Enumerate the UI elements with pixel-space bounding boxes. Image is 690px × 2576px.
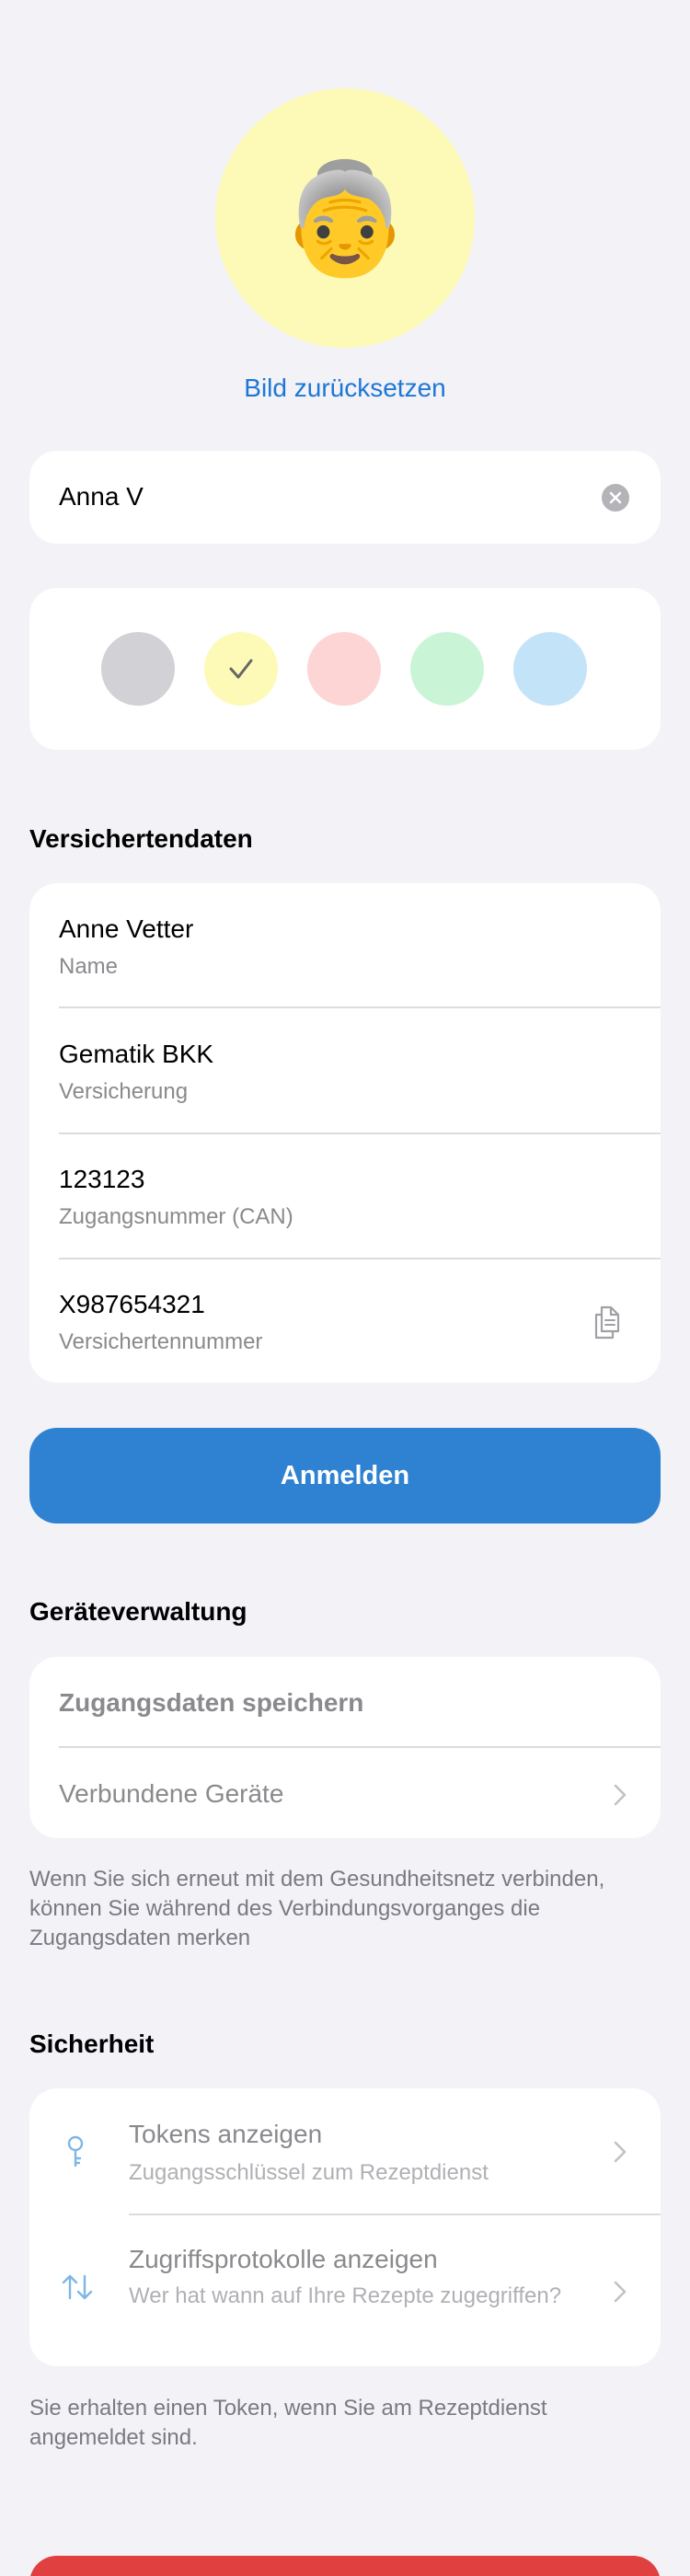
security-footnote: Sie erhalten einen Token, wenn Sie am Re… bbox=[29, 2396, 547, 2450]
security-section-title: Sicherheit bbox=[29, 2030, 155, 2058]
insurance-number-label: Versichertennummer bbox=[59, 1329, 263, 1354]
login-button[interactable]: Anmelden bbox=[29, 1428, 661, 1524]
can-label: Zugangsnummer (CAN) bbox=[59, 1204, 293, 1229]
avatar-emoji: 👵 bbox=[277, 155, 413, 282]
insurance-label: Versicherung bbox=[59, 1079, 189, 1104]
show-tokens-subtitle: Zugangsschlüssel zum Rezeptdienst bbox=[129, 2160, 489, 2185]
color-swatch-yellow[interactable] bbox=[204, 632, 278, 706]
devices-footnote: Wenn Sie sich erneut mit dem Gesundheits… bbox=[29, 1867, 605, 1950]
color-picker bbox=[29, 588, 661, 750]
insured-data-card: Anne Vetter Name Gematik BKK Versicherun… bbox=[29, 883, 661, 1383]
can-value: 123123 bbox=[59, 1165, 145, 1193]
key-icon bbox=[67, 2135, 84, 2168]
color-swatch-green[interactable] bbox=[410, 632, 484, 706]
insured-name-label: Name bbox=[59, 954, 119, 979]
color-swatch-pink[interactable] bbox=[307, 632, 381, 706]
name-field[interactable]: Anna V bbox=[29, 451, 661, 544]
name-field-value[interactable]: Anna V bbox=[59, 482, 144, 512]
arrows-up-down-icon bbox=[62, 2274, 93, 2300]
device-management-card: Zugangsdaten speichern Verbundene Geräte bbox=[29, 1657, 661, 1838]
access-logs-title: Zugriffsprotokolle anzeigen bbox=[129, 2245, 438, 2273]
divider bbox=[59, 1006, 661, 1008]
access-logs-subtitle: Wer hat wann auf Ihre Rezepte zugegriffe… bbox=[129, 2283, 562, 2308]
chevron-right-icon bbox=[614, 2141, 627, 2163]
color-swatch-blue[interactable] bbox=[513, 632, 587, 706]
reset-picture-link[interactable]: Bild zurücksetzen bbox=[0, 374, 690, 403]
connected-devices-item[interactable]: Verbundene Geräte bbox=[59, 1779, 283, 1809]
avatar: 👵 bbox=[215, 88, 475, 348]
insurance-number-value: X987654321 bbox=[59, 1290, 205, 1318]
save-credentials-button[interactable]: Zugangsdaten speichern bbox=[59, 1688, 363, 1718]
security-card: Tokens anzeigen Zugangsschlüssel zum Rez… bbox=[29, 2088, 661, 2366]
logout-button[interactable] bbox=[29, 2556, 661, 2576]
insured-section-title: Versichertendaten bbox=[29, 824, 253, 853]
divider bbox=[59, 1258, 661, 1259]
copy-icon[interactable] bbox=[592, 1304, 622, 1340]
divider bbox=[59, 1133, 661, 1134]
access-logs-item[interactable]: Zugriffsprotokolle anzeigen Wer hat wann… bbox=[29, 2215, 661, 2366]
show-tokens-item[interactable]: Tokens anzeigen Zugangsschlüssel zum Rez… bbox=[29, 2088, 661, 2214]
devices-section-title: Geräteverwaltung bbox=[29, 1597, 247, 1626]
color-swatch-grey[interactable] bbox=[101, 632, 175, 706]
chevron-right-icon bbox=[614, 1784, 627, 1806]
clear-icon bbox=[609, 491, 622, 504]
insured-name-value: Anne Vetter bbox=[59, 914, 194, 943]
divider bbox=[59, 1746, 661, 1748]
checkmark-icon bbox=[229, 659, 253, 679]
chevron-right-icon bbox=[614, 2281, 627, 2303]
insurance-value: Gematik BKK bbox=[59, 1040, 214, 1068]
show-tokens-title: Tokens anzeigen bbox=[129, 2120, 323, 2148]
clear-text-button[interactable] bbox=[602, 484, 629, 512]
